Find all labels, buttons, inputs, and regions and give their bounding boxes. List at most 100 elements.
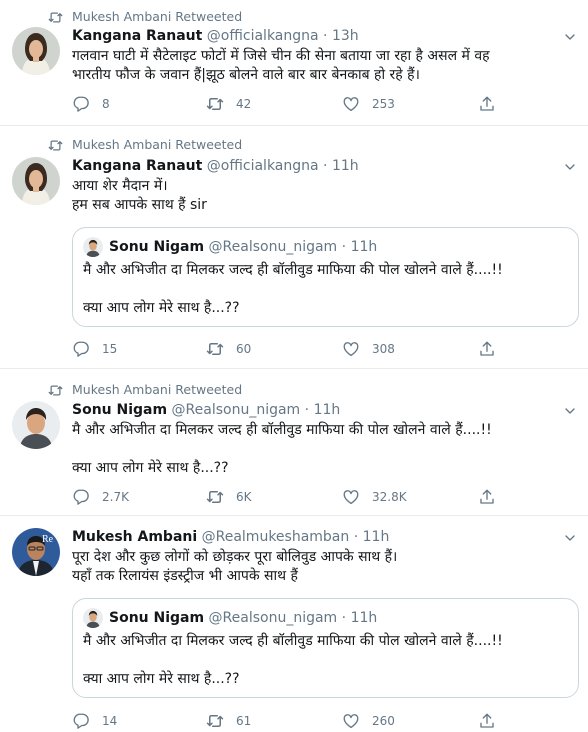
avatar[interactable]	[12, 157, 60, 205]
author-handle[interactable]: @Realsonu_nigam	[172, 402, 301, 418]
retweet-icon	[48, 10, 63, 25]
quote-text: मै और अभिजीत दा मिलकर जल्द ही बॉलीवुड मा…	[83, 262, 503, 316]
author-handle[interactable]: @officialkangna	[207, 158, 319, 174]
retweet-count: 61	[236, 714, 252, 728]
like-count: 260	[372, 714, 395, 728]
retweet-count: 6K	[236, 490, 252, 504]
like-count: 308	[372, 342, 395, 356]
share-icon	[478, 95, 496, 113]
retweeted-by-text: Mukesh Ambani Retweeted	[72, 382, 243, 397]
reply-button[interactable]: 2.7K	[72, 488, 129, 506]
tweet-actions: 14 61 260	[72, 712, 492, 732]
share-icon	[478, 340, 496, 358]
share-button[interactable]	[478, 488, 508, 506]
share-button[interactable]	[478, 340, 508, 358]
quote-avatar	[83, 237, 103, 257]
retweet-icon	[48, 383, 63, 398]
retweeted-by-text: Mukesh Ambani Retweeted	[72, 9, 243, 24]
tweet-1[interactable]: Mukesh Ambani Retweeted Kangana Ranaut @…	[0, 0, 588, 126]
like-button[interactable]: 260	[342, 712, 395, 730]
tweet-actions: 8 42 253	[72, 95, 492, 115]
tweet-actions: 15 60 308	[72, 340, 492, 360]
separator-dot: ·	[323, 158, 328, 174]
quoted-tweet[interactable]: Sonu Nigam @Realsonu_nigam · 11h मै और अ…	[72, 598, 579, 698]
tweet-4[interactable]: Re Mukesh Ambani @Realmukeshamban · 11h …	[0, 516, 588, 732]
retweet-button[interactable]: 60	[206, 340, 251, 358]
retweet-icon	[206, 488, 224, 506]
reply-button[interactable]: 14	[72, 712, 117, 730]
like-icon	[342, 712, 360, 730]
timestamp[interactable]: 11h	[332, 158, 359, 174]
author-handle[interactable]: @Realmukeshamban	[202, 529, 350, 545]
reply-count: 8	[102, 97, 110, 111]
tweet-text: पूरा देश और कुछ लोगों को छोड़कर पूरा बोल…	[72, 549, 398, 584]
like-button[interactable]: 253	[342, 95, 395, 113]
like-button[interactable]: 32.8K	[342, 488, 407, 506]
author-name[interactable]: Kangana Ranaut	[72, 158, 202, 174]
quote-avatar	[83, 608, 103, 628]
reply-icon	[72, 488, 90, 506]
retweeted-by-text: Mukesh Ambani Retweeted	[72, 137, 243, 152]
quote-author-name: Sonu Nigam	[109, 239, 205, 255]
reply-count: 15	[102, 342, 118, 356]
retweet-button[interactable]: 42	[206, 95, 251, 113]
separator-dot: ·	[323, 28, 328, 44]
share-button[interactable]	[478, 712, 508, 730]
separator-dot: ·	[341, 610, 347, 626]
tweet-text: मै और अभिजीत दा मिलकर जल्द ही बॉलीवुड मा…	[72, 422, 492, 476]
quote-timestamp: 11h	[350, 239, 378, 255]
avatar[interactable]	[12, 401, 60, 449]
retweet-count: 60	[236, 342, 252, 356]
timestamp[interactable]: 11h	[363, 529, 390, 545]
caret-down-icon[interactable]	[562, 530, 578, 546]
quote-author-name: Sonu Nigam	[109, 610, 205, 626]
tweet-2[interactable]: Mukesh Ambani Retweeted Kangana Ranaut @…	[0, 126, 588, 369]
quote-author-handle: @Realsonu_nigam	[208, 239, 338, 255]
tweet-3[interactable]: Mukesh Ambani Retweeted Sonu Nigam @Real…	[0, 369, 588, 516]
tweet-text: गलवान घाटी में सैटेलाइट फोटों में जिसे च…	[72, 48, 490, 83]
tweet-header: Kangana Ranaut @officialkangna · 13h	[72, 27, 359, 45]
timestamp[interactable]: 13h	[332, 28, 359, 44]
retweet-button[interactable]: 6K	[206, 488, 252, 506]
author-name[interactable]: Mukesh Ambani	[72, 529, 197, 545]
avatar[interactable]: Re	[12, 528, 60, 576]
retweet-button[interactable]: 61	[206, 712, 251, 730]
avatar-badge-text: Re	[42, 534, 54, 545]
caret-down-icon[interactable]	[562, 403, 578, 419]
quote-header: Sonu Nigam @Realsonu_nigam · 11h	[109, 609, 377, 627]
tweet-header: Sonu Nigam @Realsonu_nigam · 11h	[72, 401, 340, 419]
caret-down-icon[interactable]	[562, 159, 578, 175]
share-button[interactable]	[478, 95, 508, 113]
reply-icon	[72, 340, 90, 358]
like-count: 32.8K	[372, 490, 407, 504]
quoted-tweet[interactable]: Sonu Nigam @Realsonu_nigam · 11h मै और अ…	[72, 227, 579, 327]
retweet-icon	[206, 712, 224, 730]
retweet-count: 42	[236, 97, 252, 111]
tweet-text: आया शेर मैदान में। हम सब आपके साथ हैं si…	[72, 178, 207, 213]
reply-icon	[72, 712, 90, 730]
like-icon	[342, 340, 360, 358]
tweet-actions: 2.7K 6K 32.8K	[72, 488, 492, 508]
author-name[interactable]: Kangana Ranaut	[72, 28, 202, 44]
like-icon	[342, 95, 360, 113]
timestamp[interactable]: 11h	[314, 402, 341, 418]
reply-button[interactable]: 15	[72, 340, 117, 358]
quote-text: मै और अभिजीत दा मिलकर जल्द ही बॉलीवुड मा…	[83, 633, 503, 687]
separator-dot: ·	[341, 239, 347, 255]
author-name[interactable]: Sonu Nigam	[72, 402, 167, 418]
separator-dot: ·	[353, 529, 359, 545]
reply-count: 14	[102, 714, 118, 728]
retweet-icon	[206, 95, 224, 113]
separator-dot: ·	[304, 402, 310, 418]
avatar[interactable]	[12, 27, 60, 75]
like-icon	[342, 488, 360, 506]
reply-button[interactable]: 8	[72, 95, 110, 113]
tweet-header: Kangana Ranaut @officialkangna · 11h	[72, 157, 359, 175]
like-button[interactable]: 308	[342, 340, 395, 358]
reply-count: 2.7K	[102, 490, 129, 504]
reply-icon	[72, 95, 90, 113]
quote-author-handle: @Realsonu_nigam	[208, 610, 338, 626]
author-handle[interactable]: @officialkangna	[207, 28, 319, 44]
caret-down-icon[interactable]	[562, 29, 578, 45]
retweet-icon	[206, 340, 224, 358]
